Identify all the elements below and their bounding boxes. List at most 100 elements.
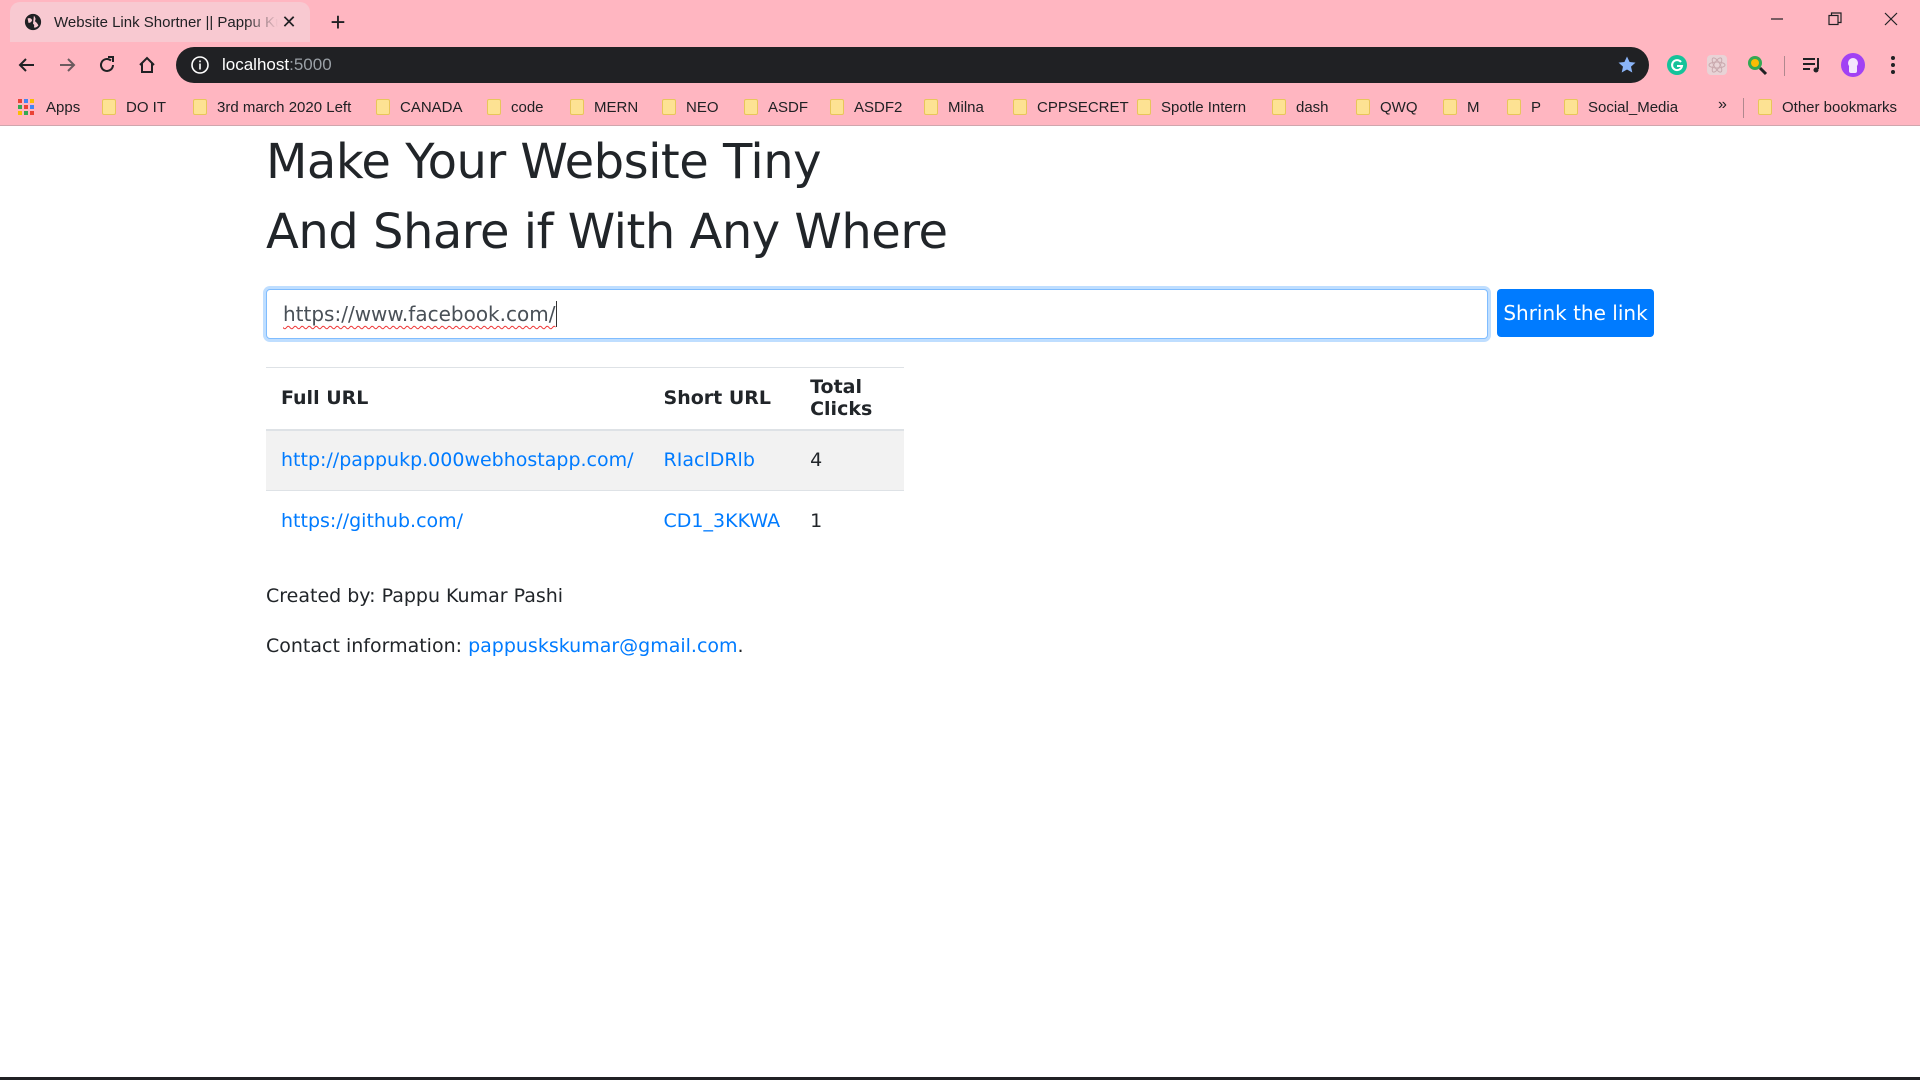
short-url-link[interactable]: RIaclDRlb (664, 449, 755, 471)
bookmark-label: DO IT (126, 98, 166, 116)
bookmark-label: ASDF2 (854, 98, 903, 116)
folder-icon (1758, 99, 1772, 115)
folder-icon (1272, 99, 1286, 115)
full-url-link[interactable]: http://pappukp.000webhostapp.com/ (281, 449, 634, 471)
url-host: localhost (222, 55, 290, 74)
home-icon (139, 56, 155, 73)
forward-button[interactable] (51, 49, 83, 81)
contact-email-link[interactable]: pappuskskumar@gmail.com (468, 635, 737, 657)
folder-icon (1137, 99, 1151, 115)
bookmark-label: MERN (594, 98, 639, 116)
grammarly-extension-icon[interactable] (1664, 52, 1690, 78)
bookmark-folder[interactable]: code (487, 96, 544, 118)
folder-icon (102, 99, 116, 115)
bookmark-folder[interactable]: ASDF2 (830, 96, 902, 118)
bookmark-folder[interactable]: 3rd march 2020 Left (193, 96, 351, 118)
contact-end: . (737, 635, 744, 657)
tab-strip: Website Link Shortner || Pappu Kumar Pas… (0, 0, 1920, 42)
bookmark-label: Apps (46, 98, 81, 116)
restore-button[interactable] (1806, 0, 1864, 38)
bookmark-folder[interactable]: QWQ (1356, 96, 1418, 118)
folder-icon (1507, 99, 1521, 115)
bookmark-folder[interactable]: M (1443, 96, 1480, 118)
other-bookmarks-folder[interactable]: Other bookmarks (1758, 96, 1897, 118)
bookmark-folder[interactable]: dash (1272, 96, 1329, 118)
folder-icon (924, 99, 938, 115)
apps-grid-icon (18, 99, 34, 115)
bookmark-folder[interactable]: Milna (924, 96, 984, 118)
folder-icon (1564, 99, 1578, 115)
bookmark-label: P (1531, 98, 1542, 116)
bookmark-label: Social_Media (1588, 98, 1679, 116)
tab-close-icon[interactable]: ✕ (278, 11, 300, 33)
back-button[interactable] (11, 49, 43, 81)
folder-icon (662, 99, 676, 115)
more-bookmarks-chevron-icon[interactable]: » (1718, 96, 1727, 114)
title-line-2: And Share if With Any Where (266, 204, 948, 260)
column-header-total-clicks: Total Clicks (795, 367, 904, 431)
arrow-right-icon (60, 58, 76, 72)
page-title: Make Your Website Tiny And Share if With… (266, 127, 1654, 267)
bookmark-apps[interactable]: Apps (18, 96, 80, 118)
tab-title: Website Link Shortner || Pappu Kumar Pas… (54, 13, 278, 31)
bookmarks-bar: Apps DO IT 3rd march 2020 Left CANADA co… (0, 88, 1920, 126)
bookmark-folder[interactable]: DO IT (102, 96, 166, 118)
bookmark-folder[interactable]: CPPSECRET (1013, 96, 1129, 118)
bookmark-label: QWQ (1380, 98, 1418, 116)
folder-icon (376, 99, 390, 115)
folder-icon (1443, 99, 1457, 115)
bookmark-star-icon[interactable] (1617, 55, 1637, 75)
menu-kebab-icon[interactable] (1880, 52, 1906, 78)
bookmark-folder[interactable]: Spotle Intern (1137, 96, 1246, 118)
folder-icon (1356, 99, 1370, 115)
contact-label: Contact information: (266, 635, 469, 657)
toolbar-divider (1784, 56, 1785, 76)
urls-table: Full URL Short URL Total Clicks http://p… (266, 367, 904, 552)
arrow-left-icon (18, 58, 34, 72)
search-extension-icon[interactable] (1744, 52, 1770, 78)
created-by-text: Created by: Pappu Kumar Pashi (266, 585, 564, 607)
contact-info: Contact information: pappuskskumar@gmail… (266, 635, 744, 657)
folder-icon (487, 99, 501, 115)
new-tab-button[interactable]: + (324, 8, 352, 36)
bookmark-folder[interactable]: NEO (662, 96, 719, 118)
info-icon (191, 56, 209, 74)
url-port: :5000 (289, 55, 332, 74)
react-extension-icon[interactable] (1704, 52, 1730, 78)
globe-icon (24, 13, 42, 31)
address-bar[interactable]: localhost:5000 (176, 47, 1649, 83)
column-header-short-url: Short URL (648, 367, 796, 431)
folder-icon (570, 99, 584, 115)
restore-icon (1828, 12, 1842, 26)
bookmark-label: CPPSECRET (1037, 98, 1129, 116)
full-url-link[interactable]: https://github.com/ (281, 510, 463, 532)
url-input-value: https://www.facebook.com/ (283, 302, 556, 326)
bookmark-folder[interactable]: P (1507, 96, 1541, 118)
click-count: 4 (795, 429, 904, 491)
folder-icon (193, 99, 207, 115)
shrink-button[interactable]: Shrink the link (1497, 289, 1654, 337)
bookmark-folder[interactable]: CANADA (376, 96, 463, 118)
page-viewport: Make Your Website Tiny And Share if With… (0, 127, 1920, 1077)
bookmark-label: dash (1296, 98, 1329, 116)
close-window-button[interactable] (1862, 0, 1920, 38)
minimize-button[interactable] (1748, 0, 1806, 38)
url-input[interactable]: https://www.facebook.com/ (266, 289, 1488, 339)
bookmark-label: NEO (686, 98, 719, 116)
reload-button[interactable] (91, 49, 123, 81)
table-row: http://pappukp.000webhostapp.com/ RIaclD… (266, 429, 904, 491)
bookmark-label: M (1467, 98, 1480, 116)
title-line-1: Make Your Website Tiny (266, 134, 822, 190)
home-button[interactable] (131, 49, 163, 81)
bookmarks-divider (1743, 98, 1744, 118)
folder-icon (830, 99, 844, 115)
main-container: Make Your Website Tiny And Share if With… (266, 127, 1654, 657)
bookmark-label: Spotle Intern (1161, 98, 1247, 116)
short-url-link[interactable]: CD1_3KKWA (664, 510, 781, 532)
profile-avatar[interactable] (1840, 52, 1866, 78)
bookmark-folder[interactable]: MERN (570, 96, 638, 118)
bookmark-folder[interactable]: ASDF (744, 96, 808, 118)
browser-tab[interactable]: Website Link Shortner || Pappu Kumar Pas… (10, 2, 310, 42)
media-control-icon[interactable] (1799, 52, 1825, 78)
bookmark-folder[interactable]: Social_Media (1564, 96, 1678, 118)
